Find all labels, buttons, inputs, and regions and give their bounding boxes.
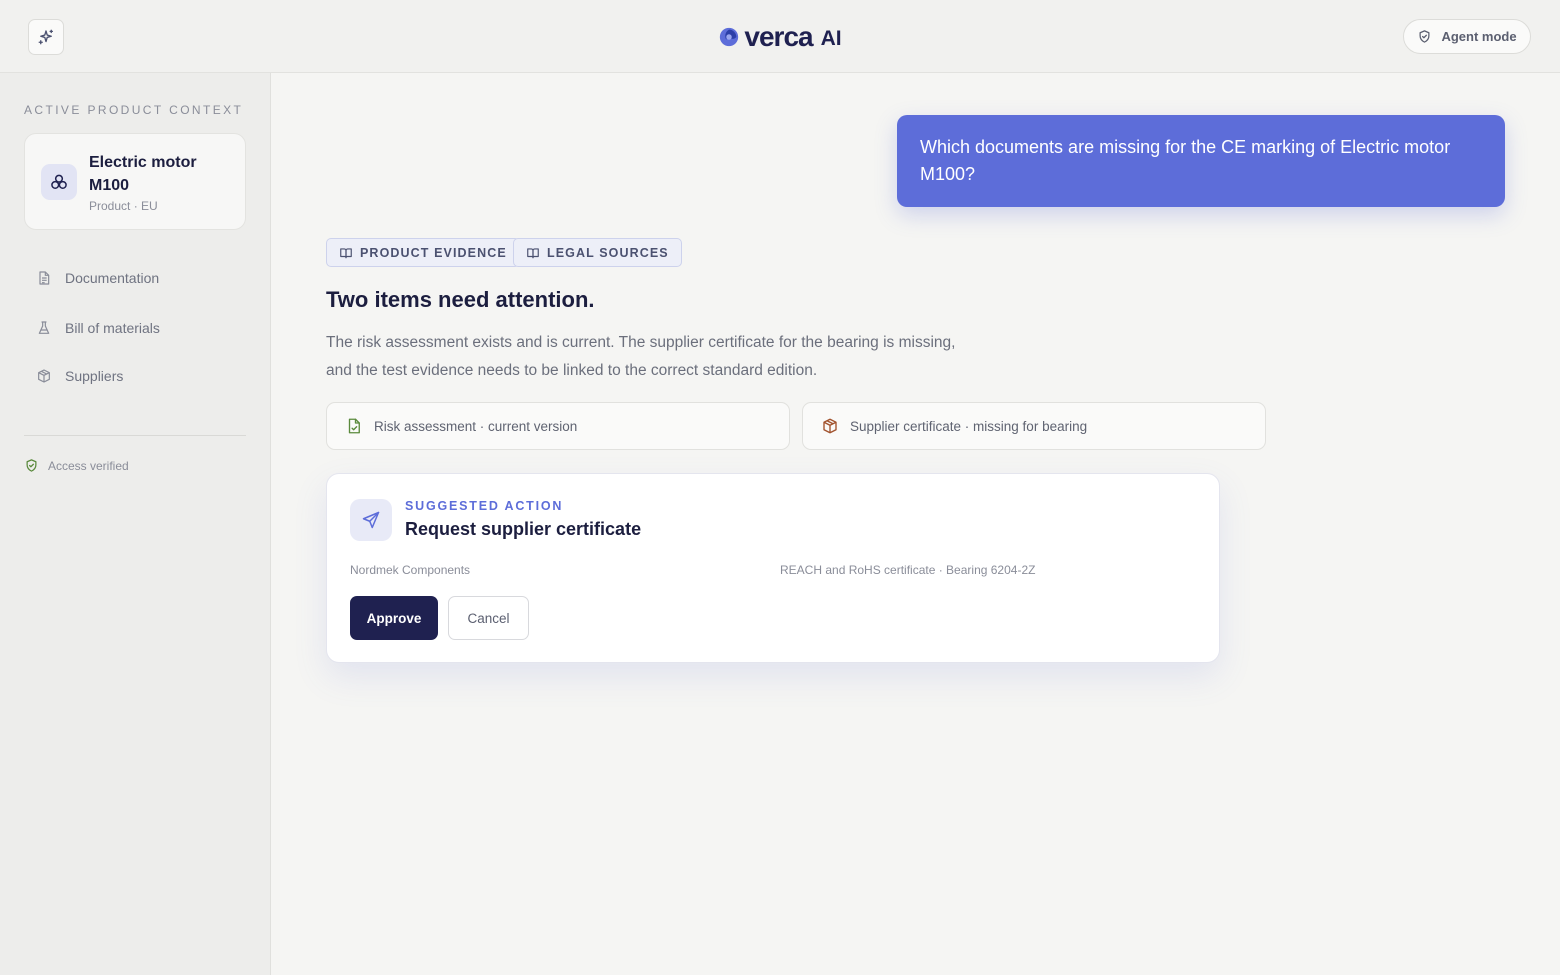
cancel-button[interactable]: Cancel <box>448 596 529 640</box>
action-eyebrow: SUGGESTED ACTION <box>405 499 564 513</box>
brand-logo: verca AI <box>0 20 1560 54</box>
send-icon <box>362 511 380 529</box>
chip-label: PRODUCT EVIDENCE <box>360 245 507 260</box>
sidebar-item-label: Suppliers <box>65 368 124 384</box>
agent-mode-button[interactable]: Agent mode <box>1403 19 1531 54</box>
package-alert-icon <box>823 418 837 434</box>
source-chip-product-evidence[interactable]: PRODUCT EVIDENCE <box>326 238 520 267</box>
top-bar: verca AI Agent mode <box>0 0 1560 73</box>
document-check-icon <box>348 418 360 434</box>
document-icon <box>39 271 50 285</box>
answer-body: The risk assessment exists and is curren… <box>326 334 956 379</box>
action-icon <box>350 499 392 541</box>
agent-mode-label: Agent mode <box>1441 29 1517 44</box>
suggested-action-card: SUGGESTED ACTION Request supplier certif… <box>326 473 1220 663</box>
shield-check-icon <box>1419 30 1430 43</box>
components-icon <box>51 174 67 189</box>
package-icon <box>38 369 50 383</box>
flask-icon <box>38 321 50 334</box>
sidebar-item-label: Documentation <box>65 270 160 286</box>
sidebar: ACTIVE PRODUCT CONTEXT Electric motor M1… <box>0 73 271 975</box>
source-chip-legal-sources[interactable]: LEGAL SOURCES <box>513 238 682 267</box>
sidebar-item-suppliers[interactable]: Suppliers <box>36 365 123 387</box>
status-card-risk-assessment[interactable]: Risk assessment · current version <box>326 402 790 450</box>
sidebar-item-bill-of-materials[interactable]: Bill of materials <box>36 317 160 339</box>
access-label: Access verified <box>48 458 129 473</box>
user-message-bubble: Which documents are missing for the CE m… <box>897 115 1505 207</box>
sidebar-item-label: Bill of materials <box>65 320 160 336</box>
active-product-card[interactable]: Electric motor M100 Product · EU <box>24 133 246 230</box>
sidebar-item-documentation[interactable]: Documentation <box>36 267 159 289</box>
status-label: Risk assessment · current version <box>374 418 578 434</box>
logo-suffix: AI <box>820 27 842 50</box>
shield-check-icon <box>26 459 37 472</box>
book-icon <box>527 247 539 258</box>
action-supplier: Nordmek Components <box>350 563 471 577</box>
action-title: Request supplier certificate <box>405 519 642 539</box>
chip-label: LEGAL SOURCES <box>547 245 669 260</box>
answer-title: Two items need attention. <box>326 287 595 312</box>
status-label: Supplier certificate · missing for beari… <box>850 418 1088 434</box>
status-card-supplier-certificate[interactable]: Supplier certificate · missing for beari… <box>802 402 1266 450</box>
book-icon <box>340 247 352 258</box>
product-name: Electric motor M100 <box>89 154 197 194</box>
logo-wordmark: verca <box>744 21 813 52</box>
product-icon <box>41 164 77 200</box>
logo-swirl-icon <box>720 27 739 47</box>
product-meta: Product · EU <box>89 199 158 213</box>
access-status: Access verified <box>24 458 129 473</box>
action-document: REACH and RoHS certificate · Bearing 620… <box>780 563 1036 577</box>
sidebar-heading: ACTIVE PRODUCT CONTEXT <box>24 103 244 117</box>
sidebar-divider <box>24 435 246 436</box>
approve-button[interactable]: Approve <box>350 596 438 640</box>
